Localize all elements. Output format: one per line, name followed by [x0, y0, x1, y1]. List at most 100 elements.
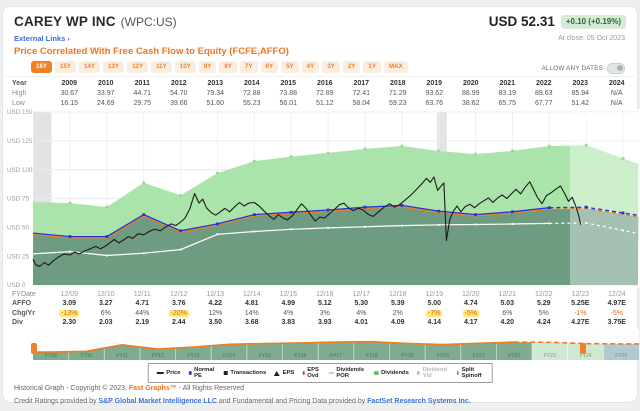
range-button-max[interactable]: MAX — [383, 61, 408, 73]
data-providers-line: Credit Ratings provided by S&P Global Ma… — [14, 398, 471, 405]
scrubber-fy-label: FY14 — [223, 353, 235, 359]
range-button-10y[interactable]: 10Y — [174, 61, 196, 73]
range-button-6y[interactable]: 6Y — [260, 61, 279, 73]
year-cell: 2022 — [535, 80, 552, 87]
fydate-row: FYDate 12/09 12/10 12/11 12/12 12/13 12/14 12/1… — [3, 290, 635, 299]
div-cell: 3.50 — [208, 318, 223, 326]
affo-cell: 4.97E — [607, 300, 626, 308]
year-cell: 2016 — [316, 80, 333, 87]
dividends-marker — [548, 222, 551, 225]
legend-label: Dividend Yld — [422, 367, 448, 379]
fydate-cell: 12/23 — [571, 291, 590, 298]
legend-label: Split Spinoff — [461, 367, 482, 379]
range-button-13y[interactable]: 13Y — [103, 61, 125, 73]
fydate-cell: 12/20 — [461, 291, 480, 298]
app-card: CAREY WP INC (WPC:US) USD 52.31 +0.10 (+… — [2, 6, 640, 405]
current-price: USD 52.31 — [488, 14, 555, 29]
fydate-cell: 12/09 — [60, 291, 79, 298]
div-cell: 4.27E — [571, 318, 590, 326]
legend-item-split-spinoff[interactable]: Split Spinoff — [456, 367, 483, 379]
affo-cell: 5.25E — [571, 300, 590, 308]
chg-value: 44% — [135, 309, 150, 317]
range-button-1y[interactable]: 1Y — [363, 61, 381, 73]
normal-pe-marker — [68, 235, 72, 238]
range-button-2y[interactable]: 2Y — [342, 61, 361, 73]
div-cell: 3.75E — [607, 318, 626, 326]
normal-pe-marker — [437, 209, 441, 213]
high-label: High — [12, 90, 27, 97]
annual-high-low-table: Year 2009 2010 2011 2012 2013 2014 2015 2016 2017… — [3, 76, 635, 109]
legend-item-eps-ovd[interactable]: EPS Ovd — [302, 367, 321, 379]
year-row: Year 2009 2010 2011 2012 2013 2014 2015 2016 2017… — [3, 79, 635, 89]
chg-cell: -20% — [161, 309, 198, 318]
year-cell: 2014 — [243, 80, 260, 87]
legend-item-price[interactable]: Price — [156, 370, 181, 376]
range-button-5y[interactable]: 5Y — [281, 61, 299, 73]
low-cell: 65.75 — [498, 100, 517, 107]
external-links-link[interactable]: External Links › — [14, 34, 70, 43]
scrubber-fy-label: FY15 — [259, 353, 271, 359]
legend-label: Dividends POR — [336, 367, 365, 379]
dividends-por-marker — [105, 205, 109, 209]
timeline-scrubber[interactable]: FY09 FY10 FY11 FY12 FY13 FY14 FY15 FY16 FY17 FY18… — [33, 329, 639, 360]
legend-label: Transactions — [230, 370, 267, 376]
range-button-9y[interactable]: 9Y — [198, 61, 217, 73]
fydate-cell: 12/13 — [206, 291, 225, 298]
legend-label: Price — [166, 370, 181, 376]
year-cell: 2010 — [97, 80, 114, 87]
legend-item-eps[interactable]: EPS — [274, 370, 294, 376]
providers-mid: and Fundamental and Pricing Data provide… — [216, 398, 368, 405]
range-button-14y[interactable]: 14Y — [79, 61, 101, 73]
fydate-cell: 12/11 — [133, 291, 151, 298]
range-button-16y[interactable]: 16Y — [31, 61, 53, 73]
low-cell: 56.01 — [279, 100, 298, 107]
legend-item-dividends-por[interactable]: Dividends POR — [328, 367, 366, 379]
range-button-8y[interactable]: 8Y — [219, 61, 237, 73]
sp-global-link[interactable]: S&P Global Market Intelligence LLC — [98, 398, 217, 405]
high-cell: 89.63 — [534, 90, 553, 97]
affo-cell: 4.71 — [135, 300, 150, 308]
year-cell: 2023 — [572, 80, 589, 87]
split-spinoff-swatch-icon — [456, 370, 460, 376]
year-cell: 2024 — [608, 80, 625, 87]
allow-any-dates-toggle[interactable] — [607, 63, 625, 74]
high-cell: 54.70 — [169, 90, 188, 97]
range-button-12y[interactable]: 12Y — [127, 61, 149, 73]
legend-item-transactions[interactable]: Transactions — [223, 370, 266, 376]
low-cell: 59.23 — [388, 100, 407, 107]
low-cell: 58.04 — [352, 100, 371, 107]
dividends-marker — [216, 233, 219, 236]
toggle-knob — [617, 65, 623, 71]
scrubber-handle-right[interactable] — [580, 343, 586, 354]
range-button-11y[interactable]: 11Y — [151, 61, 172, 73]
time-range-buttons: 16Y 15Y 14Y 13Y 12Y 11Y 10Y 9Y 8Y 7Y 6Y 5Y 4Y 3Y 2Y 1Y M… — [31, 61, 408, 73]
legend-item-dividend-yld[interactable]: Dividend Yld — [416, 367, 448, 379]
range-button-7y[interactable]: 7Y — [239, 61, 258, 73]
chg-row: Chg/Yr -13% 6% 44% -20% 12% 14% 4% 3% 4% 2% -7% -5% 6… — [3, 309, 635, 318]
price-correlation-chart[interactable]: USD 150 USD 125 USD 100 USD 75 USD 50 USD 25 U… — [3, 109, 640, 289]
title-row: CAREY WP INC (WPC:US) — [14, 14, 177, 29]
dividends-por-marker — [142, 181, 146, 185]
legend-item-dividends[interactable]: Dividends — [374, 370, 409, 376]
range-button-4y[interactable]: 4Y — [301, 61, 320, 73]
normal-pe-marker — [179, 229, 183, 233]
dividends-marker — [400, 224, 403, 227]
range-button-15y[interactable]: 15Y — [55, 61, 77, 73]
affo-cell: 4.74 — [463, 300, 478, 308]
affo-cell: 5.00 — [427, 300, 442, 308]
high-cell: 83.19 — [498, 90, 517, 97]
y-axis-label: USD 50 — [7, 225, 30, 232]
scrubber-handle-left[interactable] — [31, 343, 37, 354]
chg-cell: -7% — [416, 309, 453, 318]
chg-cell: 3% — [307, 309, 344, 318]
high-cell: 71.29 — [388, 90, 407, 97]
scrubber-fy-label: FY25 — [615, 353, 627, 359]
dividends-marker — [437, 223, 440, 226]
chg-cell: 12% — [197, 309, 234, 318]
range-button-3y[interactable]: 3Y — [322, 61, 340, 73]
chg-value: -20% — [168, 309, 189, 317]
factset-link[interactable]: FactSet Research Systems Inc. — [367, 398, 471, 405]
fydate-cell: 12/22 — [534, 291, 553, 298]
legend-item-normal-pe[interactable]: Normal PE — [188, 367, 215, 379]
year-cell: 2011 — [134, 80, 150, 87]
